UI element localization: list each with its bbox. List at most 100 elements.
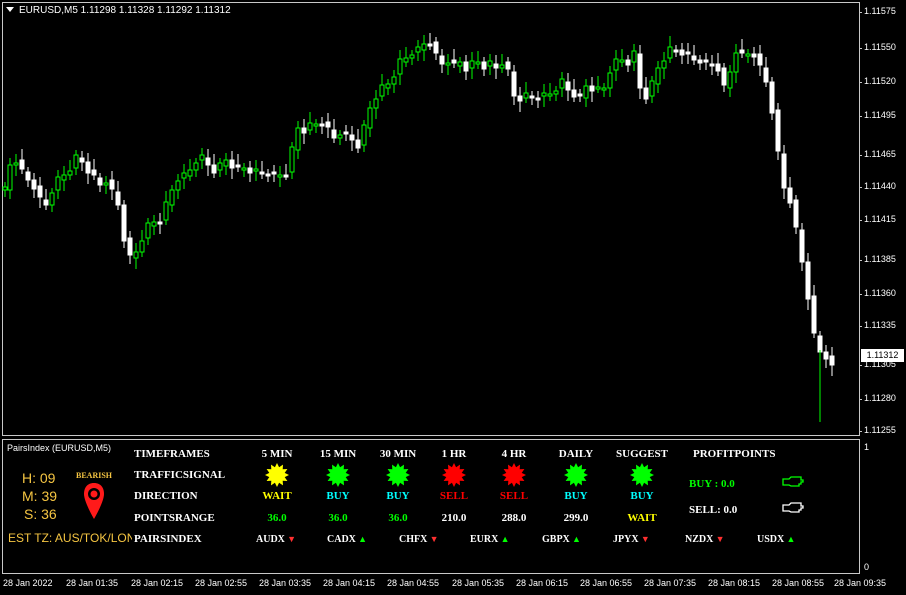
candlestick-series — [2, 33, 835, 422]
candle-body — [673, 49, 679, 53]
column-header: 5 MIN — [261, 448, 293, 460]
time-tick-label: 28 Jan 07:35 — [644, 578, 697, 588]
candle-body — [61, 174, 67, 181]
candle-body — [379, 84, 385, 97]
points-range-value: 288.0 — [501, 512, 527, 524]
pair-index-item: USDX ▲ — [757, 534, 795, 545]
candle-body — [655, 67, 661, 85]
price-tick-label: 1.11360 — [859, 288, 896, 298]
candle-body — [25, 171, 31, 181]
direction-value: WAIT — [262, 490, 292, 502]
price-tick-label: 1.11255 — [859, 425, 896, 435]
candle-body — [235, 164, 241, 168]
direction-value: BUY — [386, 490, 410, 502]
candle-body — [601, 87, 607, 91]
candle-body — [517, 95, 523, 102]
candle-body — [763, 67, 769, 83]
price-tick-label: 1.11280 — [859, 393, 896, 403]
clock-seconds: S: 36 — [24, 506, 57, 522]
bias-label: BEARISH — [76, 471, 113, 480]
column-header: SUGGEST — [616, 448, 668, 460]
est-timezone: EST TZ: AUS/TOK/LON — [8, 531, 132, 545]
current-price-label: 1.11312 — [861, 349, 904, 362]
candle-body — [679, 49, 685, 56]
candle-body — [193, 162, 199, 171]
candle-body — [187, 169, 193, 177]
candle-body — [667, 46, 673, 59]
pair-index-item: EURX ▲ — [470, 534, 510, 545]
candle-body — [559, 78, 565, 89]
hand-pointer-icon — [782, 502, 804, 513]
profit-header: PROFITPOINTS — [693, 448, 776, 460]
candle-body — [139, 240, 145, 253]
candle-body — [421, 43, 427, 51]
candle-body — [469, 60, 475, 69]
candle-body — [319, 123, 325, 127]
traffic-signal-icon — [326, 463, 350, 487]
candle-body — [361, 124, 367, 146]
direction-value: BUY — [326, 490, 350, 502]
pair-name: JPYX — [613, 534, 639, 545]
time-tick-label: 28 Jan 05:35 — [452, 578, 505, 588]
candle-body — [391, 76, 397, 85]
candle-body — [475, 61, 481, 65]
profit-buy: BUY : 0.0 — [689, 478, 735, 490]
candle-body — [505, 61, 511, 70]
candle-body — [637, 53, 643, 89]
price-tick-label: 1.11520 — [859, 76, 896, 86]
candle-body — [229, 159, 235, 169]
pair-name: CADX — [327, 534, 356, 545]
candle-body — [73, 154, 79, 169]
price-tick-label: 1.11335 — [859, 320, 896, 330]
candle-body — [313, 123, 319, 127]
candle-body — [607, 72, 613, 89]
candle-body — [409, 54, 415, 59]
price-tick-label: 1.11465 — [859, 149, 896, 159]
price-tick-label: 1.11550 — [859, 42, 896, 52]
indicator-title: PairsIndex (EURUSD,M5) — [7, 443, 112, 453]
candle-body — [181, 172, 187, 179]
indicator-scale-top: 1 — [864, 442, 870, 452]
column-header: 4 HR — [501, 448, 527, 460]
time-tick-label: 28 Jan 08:55 — [772, 578, 825, 588]
candle-body — [79, 157, 85, 163]
candle-body — [49, 192, 55, 206]
candle-body — [271, 171, 277, 175]
candle-body — [577, 93, 583, 97]
candle-body — [427, 43, 433, 47]
time-tick-label: 28 Jan 2022 — [3, 578, 53, 588]
time-tick-label: 28 Jan 06:55 — [580, 578, 633, 588]
pair-name: USDX — [757, 534, 785, 545]
candle-body — [163, 201, 169, 221]
candle-body — [307, 122, 313, 131]
candle-body — [643, 87, 649, 100]
points-range-value: 210.0 — [441, 512, 467, 524]
candle-body — [817, 335, 823, 353]
candle-body — [595, 86, 601, 90]
points-range-value: 299.0 — [563, 512, 589, 524]
candle-body — [769, 81, 775, 114]
direction-value: SELL — [499, 490, 529, 502]
candle-body — [19, 159, 25, 170]
candle-body — [13, 162, 19, 166]
arrow-up-icon: ▲ — [355, 534, 368, 544]
candle-body — [757, 53, 763, 66]
candle-body — [55, 176, 61, 191]
time-tick-label: 28 Jan 06:15 — [516, 578, 569, 588]
candle-body — [547, 93, 553, 97]
candle-body — [463, 61, 469, 72]
candle-body — [211, 164, 217, 174]
candle-body — [703, 59, 709, 63]
candle-body — [295, 127, 301, 151]
direction-value: SELL — [439, 490, 469, 502]
column-header: DAILY — [558, 448, 594, 460]
candle-body — [733, 52, 739, 73]
candle-body — [289, 146, 295, 173]
column-header: 1 HR — [441, 448, 467, 460]
candle-body — [121, 204, 127, 242]
candle-body — [331, 129, 337, 139]
candle-body — [457, 61, 463, 67]
pair-index-item: JPYX ▼ — [613, 534, 650, 545]
candle-body — [247, 167, 253, 174]
candle-body — [385, 83, 391, 89]
